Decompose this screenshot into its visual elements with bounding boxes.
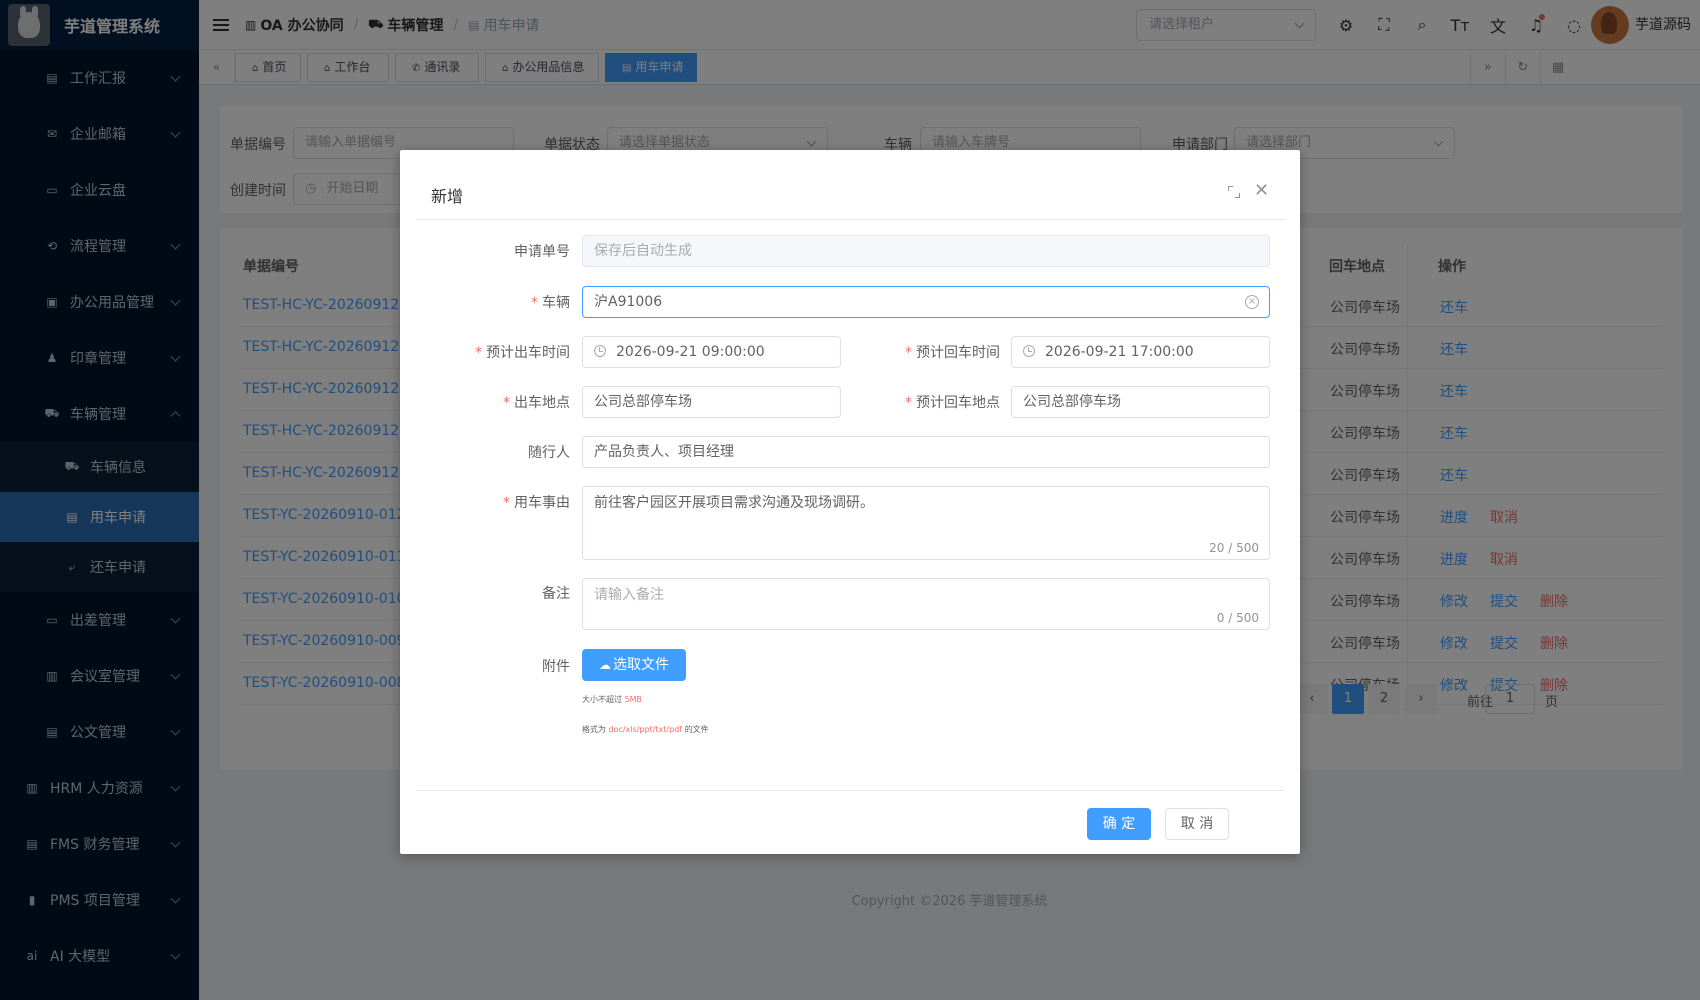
- depart-location-input[interactable]: 公司总部停车场: [582, 386, 841, 418]
- tip-text: 格式为: [582, 725, 606, 734]
- car-label: * 车辆: [460, 292, 570, 312]
- depart-time-label-text: 预计出车时间: [486, 345, 570, 361]
- cloud-upload-icon: ☁: [599, 658, 611, 672]
- depart-time-label: * 预计出车时间: [440, 342, 570, 362]
- required-mark: *: [531, 295, 538, 311]
- upload-size-tip: 大小不超过 5MB: [582, 694, 642, 705]
- required-mark: *: [905, 395, 912, 411]
- no-label-text: 申请单号: [514, 244, 570, 260]
- no-input: 保存后自动生成: [582, 235, 1270, 267]
- dialog-title: 新增: [431, 187, 464, 206]
- reason-char-count: 20 / 500: [1209, 541, 1259, 555]
- remark-char-count: 0 / 500: [1216, 611, 1259, 625]
- close-icon[interactable]: ✕: [1254, 181, 1269, 201]
- return-time-label-text: 预计回车时间: [916, 345, 1000, 361]
- return-location-label: * 预计回车地点: [860, 392, 1000, 412]
- required-mark: *: [503, 495, 510, 511]
- no-label: 申请单号: [460, 241, 570, 261]
- reason-textarea[interactable]: 前往客户园区开展项目需求沟通及现场调研。 20 / 500: [582, 486, 1270, 560]
- remark-placeholder: 请输入备注: [594, 587, 664, 603]
- clock-icon: [1023, 345, 1035, 357]
- tip-text: 大小不超过: [582, 695, 622, 704]
- depart-time-picker[interactable]: 2026-09-21 09:00:00: [582, 336, 841, 368]
- reason-label: * 用车事由: [460, 492, 570, 512]
- depart-location-label-text: 出车地点: [514, 395, 570, 411]
- required-mark: *: [503, 395, 510, 411]
- tip-highlight: doc/xls/ppt/txt/pdf: [608, 725, 683, 734]
- return-location-input[interactable]: 公司总部停车场: [1011, 386, 1270, 418]
- companion-input[interactable]: 产品负责人、项目经理: [582, 436, 1270, 468]
- required-mark: *: [905, 345, 912, 361]
- tip-highlight: 5MB: [624, 695, 643, 704]
- return-location-label-text: 预计回车地点: [916, 395, 1000, 411]
- depart-location-label: * 出车地点: [460, 392, 570, 412]
- car-value: 沪A91006: [594, 294, 663, 310]
- upload-format-tip: 格式为 doc/xls/ppt/txt/pdf 的文件: [582, 724, 709, 735]
- select-file-button[interactable]: ☁ 选取文件: [582, 649, 686, 681]
- dialog-footer-divider: [416, 790, 1284, 791]
- remark-label: 备注: [542, 586, 570, 602]
- companion-label: 随行人: [528, 445, 570, 461]
- maximize-icon[interactable]: [1228, 186, 1240, 198]
- dialog-header-divider: [416, 219, 1284, 220]
- car-label-text: 车辆: [542, 295, 570, 311]
- return-time-label: * 预计回车时间: [860, 342, 1000, 362]
- create-dialog: 新增 ✕ 申请单号 保存后自动生成 * 车辆 沪A91006 × * 预计出车时间 2…: [400, 150, 1300, 854]
- reason-value: 前往客户园区开展项目需求沟通及现场调研。: [594, 495, 874, 511]
- return-time-picker[interactable]: 2026-09-21 17:00:00: [1011, 336, 1270, 368]
- return-time-value: 2026-09-21 17:00:00: [1045, 344, 1194, 360]
- required-mark: *: [475, 345, 482, 361]
- cancel-button[interactable]: 取 消: [1165, 808, 1229, 840]
- depart-time-value: 2026-09-21 09:00:00: [616, 344, 765, 360]
- tip-text: 的文件: [684, 725, 709, 734]
- attachment-label: 附件: [542, 659, 570, 675]
- clear-icon[interactable]: ×: [1245, 295, 1259, 309]
- clock-icon: [594, 345, 606, 357]
- confirm-button[interactable]: 确 定: [1087, 808, 1151, 840]
- car-select[interactable]: 沪A91006 ×: [582, 286, 1270, 318]
- remark-textarea[interactable]: 请输入备注 0 / 500: [582, 578, 1270, 630]
- reason-label-text: 用车事由: [514, 495, 570, 511]
- select-file-label: 选取文件: [613, 657, 669, 673]
